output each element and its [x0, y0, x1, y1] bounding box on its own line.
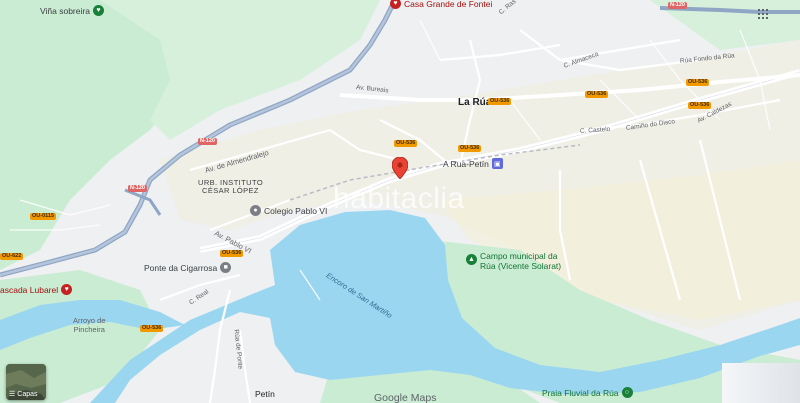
layers-button[interactable]: ☰ Capas: [6, 364, 46, 400]
school-icon: ●: [250, 205, 261, 216]
road-shield-ou536: OU-536: [394, 140, 418, 147]
road-shield-n120: N-120: [668, 2, 687, 9]
heart-pin-icon: ♥: [61, 284, 73, 295]
map-attribution: Google Maps: [374, 392, 437, 403]
poi-fervenza[interactable]: ascada Lubarel ♥: [0, 284, 73, 295]
road-shield-ou536: OU-536: [140, 325, 164, 332]
poi-vina-sobreira[interactable]: Viña sobreira ♥: [40, 5, 104, 16]
grid-icon[interactable]: [758, 9, 768, 19]
place-label-la-rua[interactable]: La Rúa: [458, 97, 491, 108]
road-shield-n120: N-120: [198, 138, 217, 145]
poi-casa-grande[interactable]: ♥ Casa Grande de Fontei: [390, 0, 492, 9]
poi-colegio[interactable]: ● Colegio Pablo VI: [250, 205, 327, 216]
road-shield-ou536: OU-536: [585, 91, 609, 98]
road-shield-ou536: OU-536: [488, 98, 512, 105]
layers-icon: ☰: [9, 391, 16, 398]
road-shield-ou622: OU-622: [0, 253, 24, 260]
heart-pin-icon: ♥: [92, 5, 104, 16]
poi-praia-fluvial[interactable]: Praia Fluvial da Rúa ○: [542, 387, 633, 398]
poi-ponte-cigarrosa[interactable]: Ponte da Cigarrosa ■: [144, 262, 232, 273]
train-icon: ▣: [491, 158, 503, 169]
road-shield-ou536: OU-536: [220, 250, 244, 257]
location-marker-icon[interactable]: [392, 157, 408, 179]
landmark-icon: ■: [220, 262, 232, 273]
map-corner-panel: [722, 363, 800, 403]
road-shield-ou536: OU-536: [686, 79, 710, 86]
park-icon: ▲: [466, 254, 477, 265]
place-label-petin[interactable]: Petín: [255, 389, 275, 399]
poi-arroyo: Arroyo de Pincheira: [73, 316, 106, 334]
map-canvas[interactable]: habitaclia La Rúa Petín URB. INSTITUTO C…: [0, 0, 800, 403]
poi-campo-municipal[interactable]: ▲ Campo municipal da Rúa (Vicente Solara…: [466, 251, 561, 271]
heart-pin-icon: ♥: [390, 0, 401, 9]
road-shield-ou536: OU-536: [688, 102, 712, 109]
district-label-line2: CÉSAR LÓPEZ: [202, 186, 259, 195]
poi-a-rua-petin[interactable]: A Rua-Petín ▣: [443, 158, 503, 169]
road-shield-n120: N-120: [128, 185, 147, 192]
road-shield-ou0115: OU-0115: [30, 213, 57, 220]
watermark: habitaclia: [333, 182, 465, 215]
road-shield-ou536: OU-536: [458, 145, 482, 152]
beach-icon: ○: [621, 387, 633, 398]
